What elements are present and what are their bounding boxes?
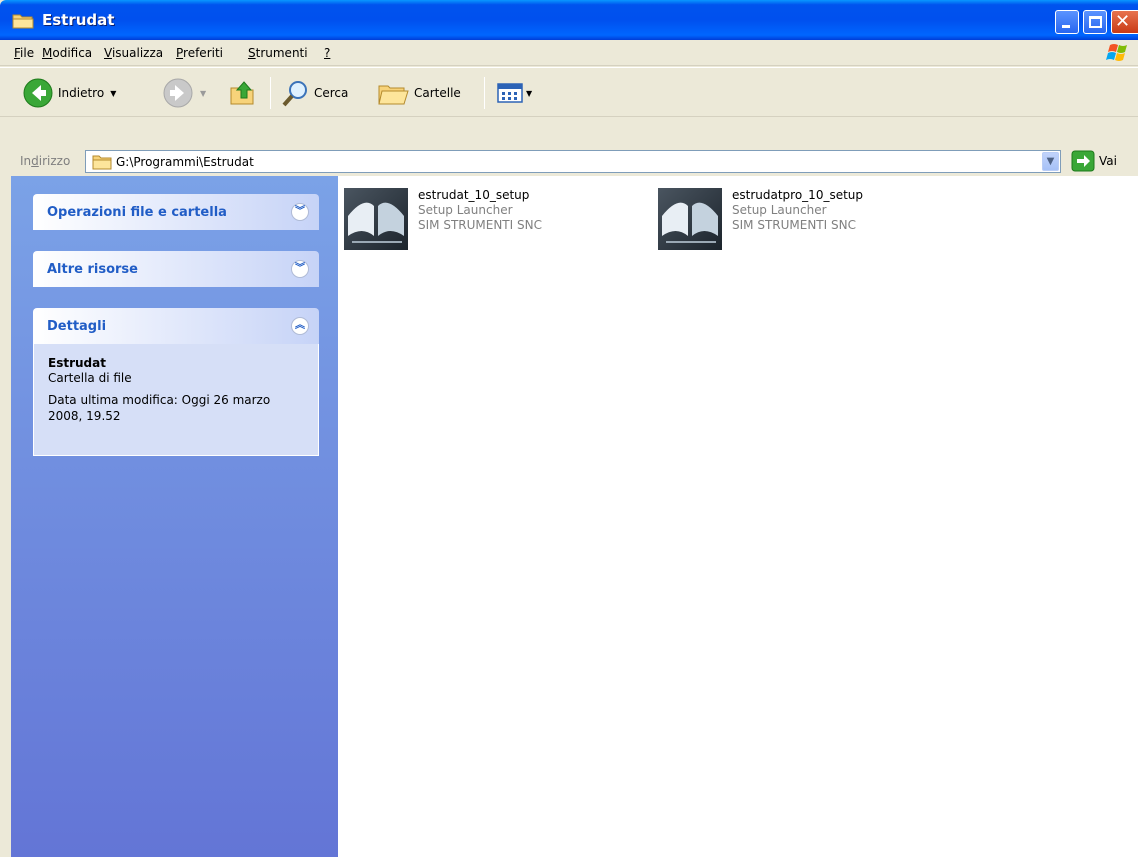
minimize-icon [1062,25,1070,28]
windows-logo-icon [1106,44,1127,61]
maximize-button[interactable] [1083,10,1107,34]
other-resources-header[interactable]: Altre risorse ︾ [33,251,319,287]
file-name: estrudat_10_setup [418,188,530,202]
back-label: Indietro [58,86,105,100]
folder-up-icon [230,81,254,105]
back-button[interactable]: Indietro ▼ [22,68,116,118]
details-modified-line2: 2008, 19.52 [48,409,121,423]
file-info: estrudatpro_10_setup Setup Launcher SIM … [732,188,863,252]
file-company: SIM STRUMENTI SNC [418,218,542,232]
menu-strumenti[interactable]: Strumenti [248,46,308,60]
menu-visualizza-accesskey: V [104,46,112,60]
address-label: Indirizzo [20,154,70,168]
folders-label: Cartelle [414,86,461,100]
address-path: G:\Programmi\Estrudat [116,155,254,169]
file-description: Setup Launcher [418,203,513,217]
file-description: Setup Launcher [732,203,827,217]
menu-visualizza[interactable]: Visualizza [104,46,163,60]
address-label-accesskey: d [31,154,39,168]
search-icon [282,81,307,107]
address-bar: Indirizzo G:\Programmi\Estrudat ▼ Vai [0,118,1138,175]
folders-button[interactable]: Cartelle [376,68,461,118]
menu-strumenti-label: trumenti [255,46,308,60]
menu-strumenti-accesskey: S [248,46,256,60]
folder-icon [92,155,112,170]
forward-arrow-icon [163,78,193,108]
menu-help[interactable]: ? [324,46,330,60]
menu-bar: File Modifica Visualizza Preferiti Strum… [0,40,1138,66]
go-label: Vai [1099,154,1117,168]
other-resources-title: Altre risorse [47,262,138,277]
details-type: Cartella di file [48,371,132,385]
menu-file[interactable]: File [14,46,34,60]
menu-modifica-accesskey: M [42,46,53,60]
setup-launcher-icon [344,188,408,250]
address-label-pre: In [20,154,32,168]
search-label: Cerca [314,86,349,100]
title-bar[interactable]: Estrudat ✕ [0,0,1138,40]
menu-preferiti[interactable]: Preferiti [176,46,223,60]
address-input[interactable]: G:\Programmi\Estrudat ▼ [85,150,1061,173]
file-ops-header[interactable]: Operazioni file e cartella ︾ [33,194,319,230]
views-icon [497,83,523,103]
details-modified-line1: Data ultima modifica: Oggi 26 marzo [48,393,271,407]
toolbar: Indietro ▼ ▼ Cerca Cartelle ▼ [0,67,1138,117]
close-button[interactable]: ✕ [1111,10,1138,34]
back-arrow-icon [23,78,53,108]
address-dropdown-button[interactable]: ▼ [1042,152,1059,171]
file-name: estrudatpro_10_setup [732,188,864,202]
details-name: Estrudat [48,356,106,370]
details-body: Estrudat Cartella di file Data ultima mo… [33,344,319,456]
menu-preferiti-label: referiti [183,46,223,60]
menu-help-accesskey: ? [324,46,331,60]
menu-modifica-label: odifica [52,46,93,60]
task-pane: Operazioni file e cartella ︾ Altre risor… [11,176,338,857]
menu-visualizza-label: isualizza [111,46,164,60]
file-item[interactable]: estrudat_10_setup Setup Launcher SIM STR… [344,186,542,252]
folder-icon [12,14,34,29]
menu-modifica[interactable]: Modifica [42,46,92,60]
window-title: Estrudat [42,11,115,29]
menu-preferiti-accesskey: P [176,46,184,60]
toolbar-separator [270,77,271,109]
file-item[interactable]: estrudatpro_10_setup Setup Launcher SIM … [658,186,863,252]
details-panel: Dettagli ︽ Estrudat Cartella di file Dat… [33,308,319,456]
forward-dropdown-icon[interactable]: ▼ [200,89,206,98]
chevron-down-icon: ▼ [1046,156,1055,167]
back-dropdown-icon[interactable]: ▼ [110,89,116,98]
file-ops-panel: Operazioni file e cartella ︾ [33,194,319,230]
collapse-chevron-icon[interactable]: ︽ [291,317,309,335]
views-dropdown-icon[interactable]: ▼ [526,89,532,98]
menu-file-label: ile [20,46,35,60]
folders-icon [378,85,409,105]
file-ops-title: Operazioni file e cartella [47,205,227,220]
close-icon: ✕ [1115,11,1131,32]
other-resources-panel: Altre risorse ︾ [33,251,319,287]
setup-launcher-icon [658,188,722,250]
file-list[interactable]: estrudat_10_setup Setup Launcher SIM STR… [338,176,1138,857]
go-arrow-icon [1071,150,1095,172]
address-label-post: irizzo [38,154,71,168]
maximize-icon [1089,16,1102,28]
details-title: Dettagli [47,319,107,334]
expand-chevron-icon[interactable]: ︾ [291,203,309,221]
expand-chevron-icon[interactable]: ︾ [291,260,309,278]
file-company: SIM STRUMENTI SNC [732,218,856,232]
views-button[interactable]: ▼ [496,68,532,118]
details-header[interactable]: Dettagli ︽ [33,308,319,344]
forward-button[interactable]: ▼ [162,68,206,118]
minimize-button[interactable] [1055,10,1079,34]
toolbar-separator [484,77,485,109]
up-folder-button[interactable] [228,68,258,118]
go-button[interactable]: Vai [1071,150,1117,172]
search-button[interactable]: Cerca [280,68,348,118]
file-info: estrudat_10_setup Setup Launcher SIM STR… [418,188,542,252]
